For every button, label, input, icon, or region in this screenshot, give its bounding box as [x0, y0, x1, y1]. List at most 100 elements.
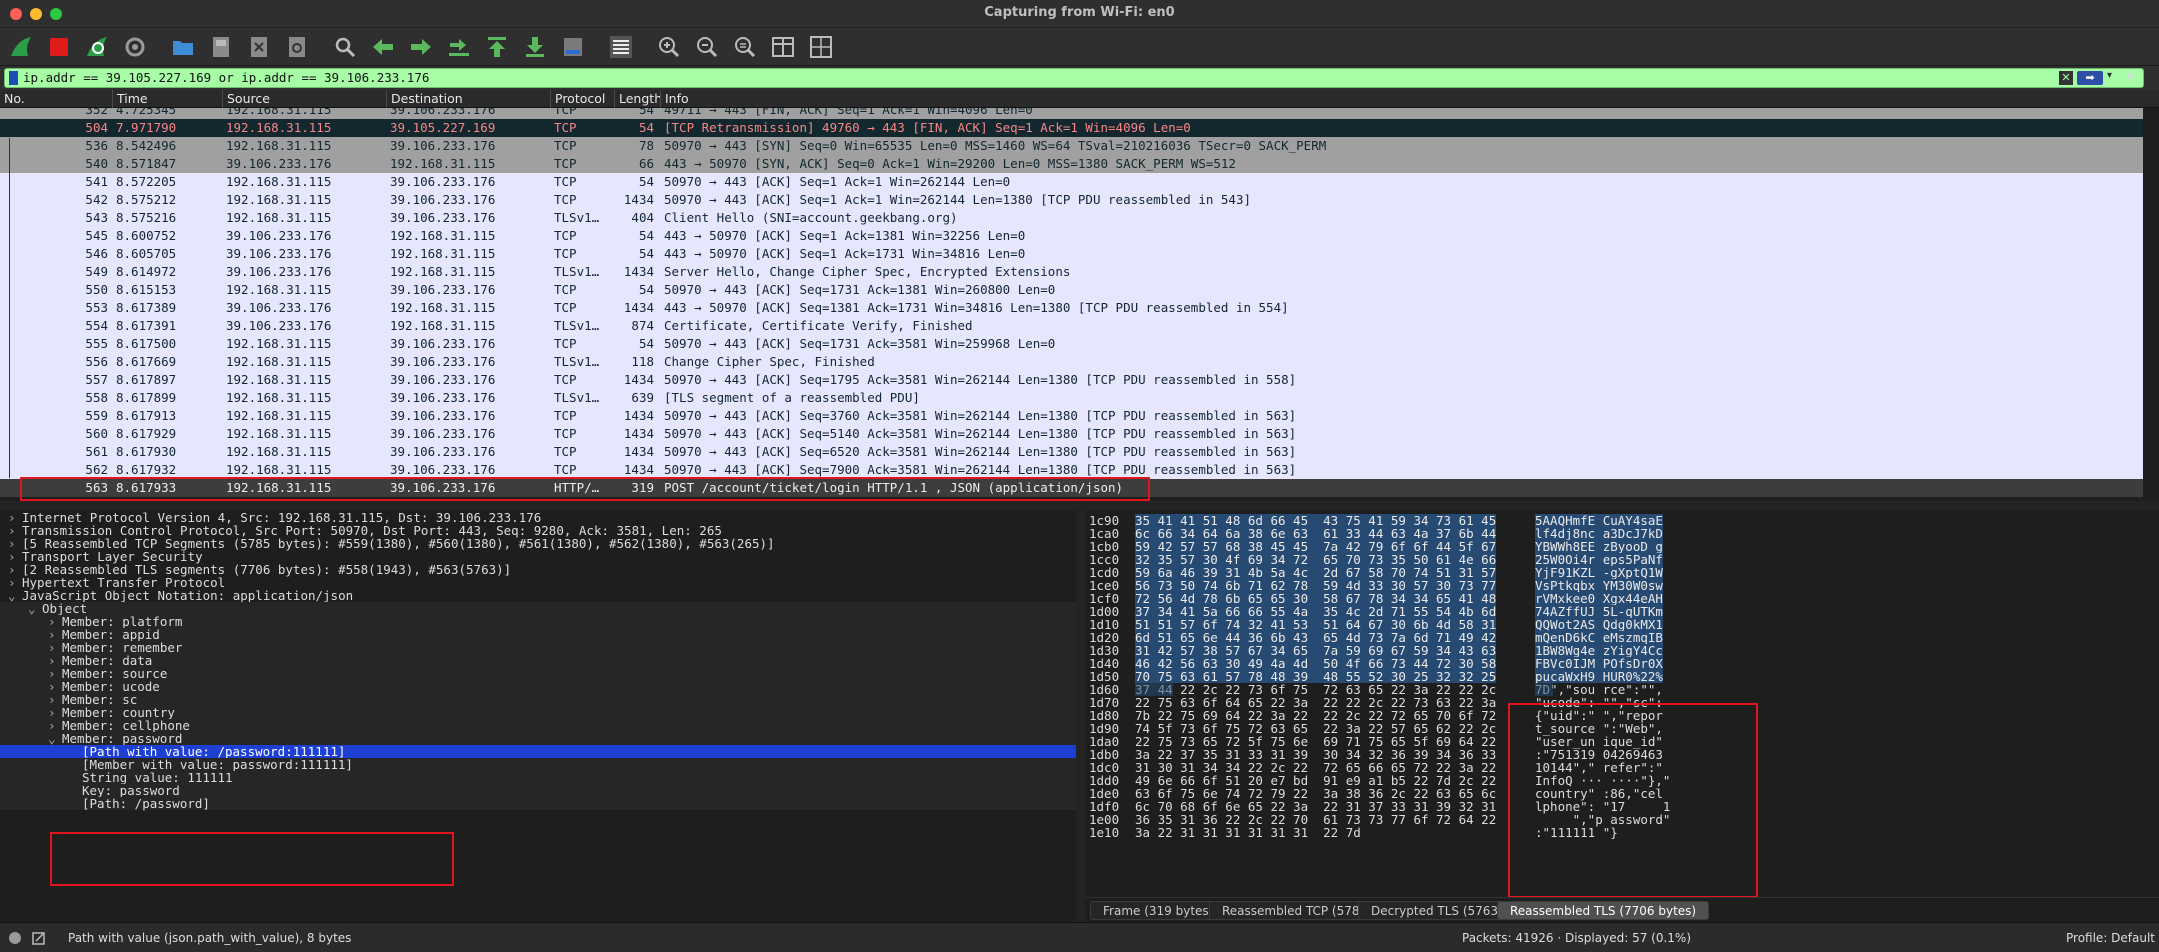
detail-tree-item[interactable]: › Member: remember	[0, 641, 1076, 654]
packet-list: 352 4.725345 192.168.31.115 39.106.233.176 T…	[0, 108, 2159, 501]
packet-row[interactable]: 558 8.617899 192.168.31.115 39.106.233.176 T…	[0, 389, 2143, 407]
apply-filter-button[interactable]: ➡	[2077, 71, 2103, 85]
column-protocol[interactable]: Protocol	[550, 90, 614, 108]
packet-source: 192.168.31.115	[226, 354, 332, 369]
column-info[interactable]: Info	[660, 90, 2143, 108]
packet-row[interactable]: 557 8.617897 192.168.31.115 39.106.233.176 T…	[0, 371, 2143, 389]
packet-protocol: HTTP/…	[554, 480, 600, 495]
colorize-icon[interactable]	[606, 32, 636, 62]
packet-row[interactable]: 543 8.575216 192.168.31.115 39.106.233.176 T…	[0, 209, 2143, 227]
restart-capture-icon[interactable]	[82, 32, 112, 62]
filter-text[interactable]: ip.addr == 39.105.227.169 or ip.addr == …	[23, 70, 429, 85]
packet-row[interactable]: 560 8.617929 192.168.31.115 39.106.233.176 T…	[0, 425, 2143, 443]
packet-row[interactable]: 562 8.617932 192.168.31.115 39.106.233.176 T…	[0, 461, 2143, 479]
packet-list-scrollbar[interactable]	[2143, 108, 2159, 501]
packet-row[interactable]: 352 4.725345 192.168.31.115 39.106.233.176 T…	[0, 108, 2143, 119]
packet-row[interactable]: 536 8.542496 192.168.31.115 39.106.233.176 T…	[0, 137, 2143, 155]
packet-time: 8.614972	[116, 264, 177, 279]
packet-source: 192.168.31.115	[226, 336, 332, 351]
packet-no: 558	[85, 390, 108, 405]
packet-row[interactable]: 556 8.617669 192.168.31.115 39.106.233.176 T…	[0, 353, 2143, 371]
capture-comment-icon[interactable]	[32, 931, 46, 945]
autoscroll-icon[interactable]	[558, 32, 588, 62]
status-packet-count: Packets: 41926 · Displayed: 57 (0.1%)	[1462, 931, 1692, 945]
pane-splitter-vertical[interactable]	[1076, 510, 1085, 922]
expanded-arrow-icon[interactable]: ⌄	[8, 589, 22, 602]
packet-destination: 192.168.31.115	[390, 228, 496, 243]
packet-info: 50970 → 443 [ACK] Seq=1731 Ack=1381 Win=…	[664, 282, 1056, 297]
bytes-tab[interactable]: Frame (319 bytes)	[1090, 901, 1227, 920]
packet-row[interactable]: 563 8.617933 192.168.31.115 39.106.233.176 H…	[0, 479, 2143, 497]
go-back-icon[interactable]	[368, 32, 398, 62]
add-filter-button[interactable]: +	[2124, 66, 2137, 85]
packet-row[interactable]: 555 8.617500 192.168.31.115 39.106.233.176 T…	[0, 335, 2143, 353]
filter-history-dropdown[interactable]: ▾	[2107, 70, 2112, 81]
column-time[interactable]: Time	[112, 90, 222, 108]
packet-info: 49711 → 443 [FIN, ACK] Seq=1 Ack=1 Win=4…	[664, 108, 1033, 117]
detail-tree-item[interactable]: › Member: source	[0, 667, 1076, 680]
reload-file-icon[interactable]	[282, 32, 312, 62]
column-no[interactable]: No.	[0, 90, 108, 108]
packet-row[interactable]: 559 8.617913 192.168.31.115 39.106.233.176 T…	[0, 407, 2143, 425]
expanded-arrow-icon[interactable]: ⌄	[48, 732, 62, 745]
go-last-icon[interactable]	[520, 32, 550, 62]
resize-columns-icon[interactable]	[768, 32, 798, 62]
clear-filter-button[interactable]: ✕	[2059, 71, 2073, 85]
detail-tree-item[interactable]: › Member: ucode	[0, 680, 1076, 693]
save-file-icon[interactable]	[206, 32, 236, 62]
zoom-normal-icon[interactable]	[730, 32, 760, 62]
packet-row[interactable]: 550 8.615153 192.168.31.115 39.106.233.176 T…	[0, 281, 2143, 299]
packet-no: 352	[85, 108, 108, 117]
go-first-icon[interactable]	[482, 32, 512, 62]
go-forward-icon[interactable]	[406, 32, 436, 62]
expanded-arrow-icon[interactable]: ⌄	[28, 602, 42, 615]
packet-row[interactable]: 546 8.605705 39.106.233.176 192.168.31.115 T…	[0, 245, 2143, 263]
bytes-ascii[interactable]: :"111111 "}	[1535, 826, 1618, 839]
packet-time: 8.617933	[116, 480, 177, 495]
packet-destination: 192.168.31.115	[390, 246, 496, 261]
packet-info: Server Hello, Change Cipher Spec, Encryp…	[664, 264, 1071, 279]
expand-subtrees-icon[interactable]	[806, 32, 836, 62]
column-destination[interactable]: Destination	[386, 90, 550, 108]
column-source[interactable]: Source	[222, 90, 386, 108]
zoom-out-icon[interactable]	[692, 32, 722, 62]
status-profile[interactable]: Profile: Default	[2066, 931, 2155, 945]
capture-options-icon[interactable]	[120, 32, 150, 62]
packet-no: 549	[85, 264, 108, 279]
go-to-packet-icon[interactable]	[444, 32, 474, 62]
detail-tree-item[interactable]: [Path: /password]	[0, 797, 1076, 810]
packet-destination: 39.106.233.176	[390, 426, 496, 441]
column-length[interactable]: Length	[614, 90, 660, 108]
expert-info-icon[interactable]	[8, 931, 22, 945]
shark-fin-start-icon[interactable]	[6, 32, 36, 62]
stop-capture-icon[interactable]	[44, 32, 74, 62]
display-filter-input[interactable]: ip.addr == 39.105.227.169 or ip.addr == …	[4, 68, 2144, 88]
bytes-hex[interactable]: 3a 22 31 31 31 31 31 31 22 7d	[1135, 826, 1361, 839]
filter-bookmark-icon[interactable]	[9, 71, 18, 85]
packet-row[interactable]: 542 8.575212 192.168.31.115 39.106.233.176 T…	[0, 191, 2143, 209]
open-file-icon[interactable]	[168, 32, 198, 62]
zoom-in-icon[interactable]	[654, 32, 684, 62]
packet-row[interactable]: 545 8.600752 39.106.233.176 192.168.31.115 T…	[0, 227, 2143, 245]
packet-row[interactable]: 554 8.617391 39.106.233.176 192.168.31.115 T…	[0, 317, 2143, 335]
packet-source: 39.106.233.176	[226, 300, 332, 315]
detail-tree-item[interactable]: › Member: platform	[0, 615, 1076, 628]
packet-row[interactable]: 504 7.971790 192.168.31.115 39.105.227.169 T…	[0, 119, 2143, 137]
packet-destination: 39.106.233.176	[390, 354, 496, 369]
packet-destination: 192.168.31.115	[390, 300, 496, 315]
packet-row[interactable]: 549 8.614972 39.106.233.176 192.168.31.115 T…	[0, 263, 2143, 281]
packet-row[interactable]: 553 8.617389 39.106.233.176 192.168.31.115 T…	[0, 299, 2143, 317]
packet-no: 541	[85, 174, 108, 189]
close-file-icon[interactable]	[244, 32, 274, 62]
packet-time: 7.971790	[116, 120, 177, 135]
packet-time: 8.617500	[116, 336, 177, 351]
pane-splitter-horizontal[interactable]	[0, 501, 2159, 510]
find-packet-icon[interactable]	[330, 32, 360, 62]
bytes-tab[interactable]: Reassembled TLS (7706 bytes)	[1497, 901, 1710, 920]
packet-row[interactable]: 561 8.617930 192.168.31.115 39.106.233.176 T…	[0, 443, 2143, 461]
packet-row[interactable]: 540 8.571847 39.106.233.176 192.168.31.115 T…	[0, 155, 2143, 173]
packet-protocol: TCP	[554, 300, 577, 315]
packet-time: 8.615153	[116, 282, 177, 297]
detail-tree-item[interactable]: ⌄ JavaScript Object Notation: application…	[0, 589, 1076, 602]
packet-row[interactable]: 541 8.572205 192.168.31.115 39.106.233.176 T…	[0, 173, 2143, 191]
